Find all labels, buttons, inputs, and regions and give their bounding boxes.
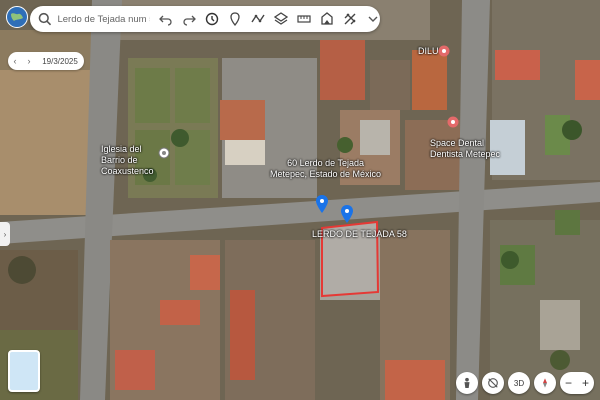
location-pin-icon[interactable] xyxy=(341,205,353,223)
side-panel-toggle-icon[interactable]: › xyxy=(0,222,10,246)
street-label: LERDO DE TEJADA 58 xyxy=(312,229,407,239)
dental-line-1: Space Dental xyxy=(430,138,485,148)
address-line-1: 60 Lerdo de Tejada xyxy=(287,158,364,168)
search-icon[interactable] xyxy=(38,12,52,26)
chevron-left-icon[interactable]: ‹ xyxy=(8,56,22,66)
address-label: 60 Lerdo de Tejada Metepec, Estado de Mé… xyxy=(270,158,381,180)
imagery-date[interactable]: 19/3/2025 xyxy=(36,57,84,66)
poi-label-dilu[interactable]: DILU xyxy=(418,46,439,57)
photo-icon[interactable] xyxy=(320,12,334,26)
history-icon[interactable] xyxy=(205,12,219,26)
map-controls: 3D − + xyxy=(456,372,594,394)
zoom-control: − + xyxy=(560,372,594,394)
search-toolbar: Lerdo de Tejada num 58, Coaxustenco xyxy=(30,6,380,32)
street-view-icon[interactable] xyxy=(456,372,478,394)
satellite-map[interactable] xyxy=(0,0,600,400)
path-icon[interactable] xyxy=(251,12,265,26)
map-style-thumbnail[interactable] xyxy=(8,350,40,392)
search-input[interactable]: Lerdo de Tejada num 58, Coaxustenco xyxy=(57,14,150,25)
toggle-3d-button[interactable]: 3D xyxy=(508,372,530,394)
church-pin-icon[interactable] xyxy=(158,147,170,163)
imagery-date-control: ‹ › 19/3/2025 xyxy=(8,52,84,70)
measure-icon[interactable] xyxy=(297,12,311,26)
poi-icon[interactable] xyxy=(438,45,450,61)
compass-off-icon[interactable] xyxy=(482,372,504,394)
compass-icon[interactable] xyxy=(534,372,556,394)
location-pin-icon[interactable] xyxy=(316,195,328,213)
dental-line-2: Dentista Metepec xyxy=(430,149,501,159)
address-line-2: Metepec, Estado de México xyxy=(270,169,382,179)
zoom-out-icon[interactable]: − xyxy=(565,376,572,390)
pin-icon[interactable] xyxy=(228,12,242,26)
satellite-icon[interactable] xyxy=(343,12,357,26)
zoom-in-icon[interactable]: + xyxy=(582,376,589,390)
chevron-right-icon[interactable]: › xyxy=(22,56,36,66)
earth-logo-icon[interactable] xyxy=(6,6,28,28)
church-label[interactable]: Iglesia del Barrio de Coaxustenco xyxy=(101,144,161,177)
menu-icon[interactable] xyxy=(366,12,380,26)
undo-icon[interactable] xyxy=(159,12,173,26)
redo-icon[interactable] xyxy=(182,12,196,26)
layers-icon[interactable] xyxy=(274,12,288,26)
dental-poi-icon[interactable] xyxy=(447,116,459,132)
dental-label[interactable]: Space Dental Dentista Metepec xyxy=(430,138,500,160)
